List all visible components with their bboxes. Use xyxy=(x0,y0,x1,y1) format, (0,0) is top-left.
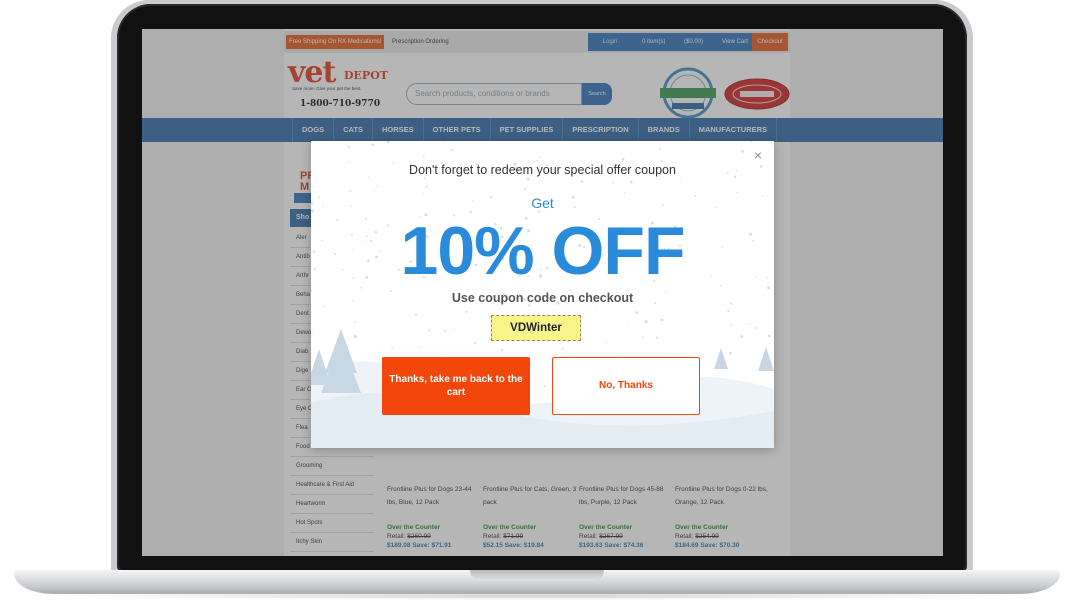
website: Free Shipping On RX Medications! Prescri… xyxy=(142,29,943,556)
modal-headline: Don't forget to redeem your special offe… xyxy=(409,163,676,177)
laptop-mockup: Free Shipping On RX Medications! Prescri… xyxy=(0,0,1074,603)
back-to-cart-button[interactable]: Thanks, take me back to the cart xyxy=(382,357,530,415)
laptop-screen: Free Shipping On RX Medications! Prescri… xyxy=(142,29,943,556)
close-icon[interactable]: × xyxy=(750,147,766,163)
modal-get-label: Get xyxy=(531,195,554,211)
laptop-notch xyxy=(470,570,604,581)
no-thanks-button[interactable]: No, Thanks xyxy=(552,357,700,415)
discount-amount: 10% OFF xyxy=(400,213,686,289)
modal-instruction: Use coupon code on checkout xyxy=(451,291,634,305)
coupon-code[interactable]: VDWinter xyxy=(491,315,581,341)
coupon-modal: × Don't forget to redeem your special of… xyxy=(311,141,774,448)
